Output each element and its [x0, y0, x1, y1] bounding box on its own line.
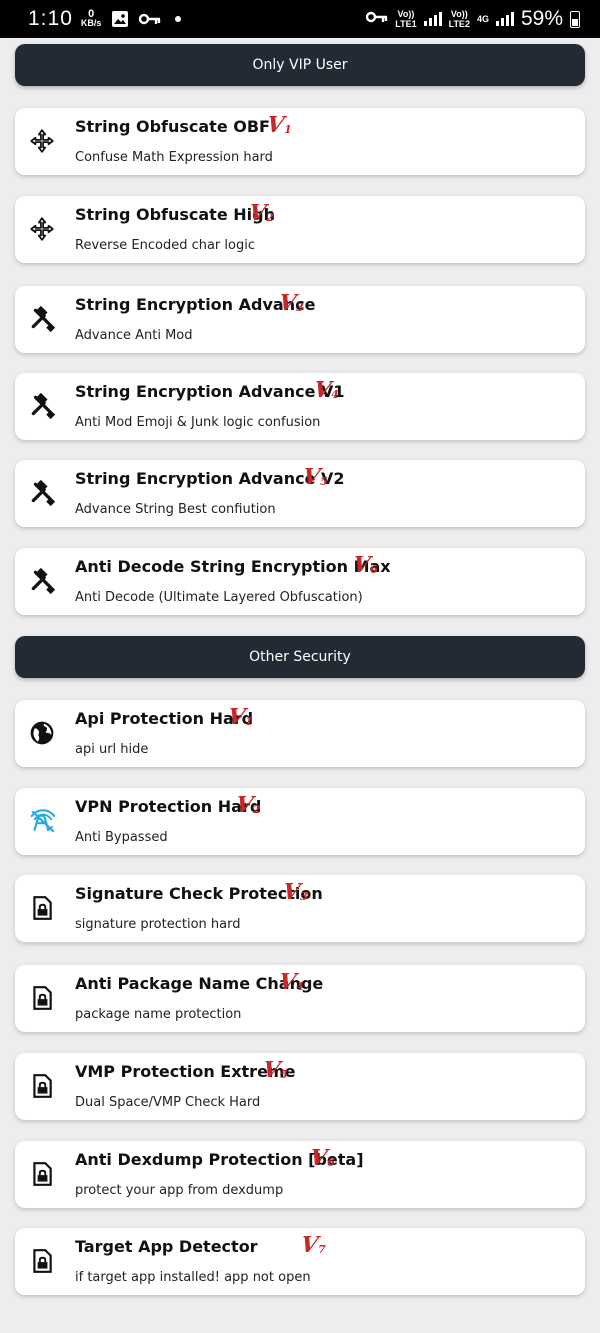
clock: 1:10: [28, 7, 73, 30]
arrows-move-icon: [29, 128, 55, 154]
file-lock-icon: [29, 1073, 55, 1099]
file-lock-icon: [29, 1248, 55, 1274]
version-badge: V6: [351, 552, 378, 578]
option-subtitle: Dual Space/VMP Check Hard: [75, 1095, 261, 1110]
vpn-off-icon: [29, 808, 56, 834]
gallery-icon: [111, 10, 129, 28]
network-speed: 0 KB/s: [80, 8, 102, 28]
sim1-label: Vo)) LTE1: [395, 9, 417, 29]
option-subtitle: package name protection: [75, 1007, 242, 1022]
version-badge: V2: [234, 792, 261, 818]
file-lock-icon: [29, 985, 55, 1011]
option-string-encryption-advance-v1[interactable]: String Encryption Advance V1 V4 Anti Mod…: [15, 373, 585, 440]
option-target-app-detector[interactable]: Target App Detector V7 if target app ins…: [15, 1228, 585, 1295]
option-string-encryption-advance-v2[interactable]: String Encryption Advance V2 V5 Advance …: [15, 460, 585, 527]
version-badge: V5: [301, 464, 328, 490]
version-badge: V1: [226, 704, 253, 730]
version-badge: V4: [312, 377, 339, 403]
version-badge: V6: [308, 1145, 335, 1171]
notification-dot-icon: [175, 16, 182, 22]
section-header-vip: Only VIP User: [15, 44, 585, 86]
option-string-obfuscate-high[interactable]: String Obfuscate High V2 Reverse Encoded…: [15, 196, 585, 263]
version-badge: V5: [261, 1057, 288, 1083]
option-title: String Encryption Advance V1: [75, 382, 345, 401]
option-title: Target App Detector: [75, 1237, 258, 1256]
option-anti-decode-string-encryption-max[interactable]: Anti Decode String Encryption Max V6 Ant…: [15, 548, 585, 615]
section-header-other: Other Security: [15, 636, 585, 678]
option-anti-package-name-change[interactable]: Anti Package Name Change V4 package name…: [15, 965, 585, 1032]
option-subtitle: signature protection hard: [75, 917, 241, 932]
option-subtitle: Anti Decode (Ultimate Layered Obfuscatio…: [75, 590, 363, 605]
option-title: VPN Protection Hard: [75, 797, 262, 816]
sim1-signal-icon: [423, 12, 442, 26]
option-vpn-protection-hard[interactable]: VPN Protection Hard V2 Anti Bypassed: [15, 788, 585, 855]
globe-icon: [29, 720, 55, 746]
option-title: Anti Decode String Encryption Max: [75, 557, 391, 576]
version-badge: V3: [277, 290, 304, 316]
option-subtitle: api url hide: [75, 742, 149, 757]
status-bar: 1:10 0 KB/s Vo)) LTE1 Vo)) LTE2 4G 59%: [0, 0, 600, 38]
sim2-signal-icon: [495, 12, 514, 26]
option-vmp-protection-extreme[interactable]: VMP Protection Extreme V5 Dual Space/VMP…: [15, 1053, 585, 1120]
tools-icon: [29, 567, 56, 595]
sim2-label: Vo)) LTE2: [448, 9, 470, 29]
option-subtitle: Reverse Encoded char logic: [75, 238, 255, 253]
option-subtitle: if target app installed! app not open: [75, 1270, 311, 1285]
file-lock-icon: [29, 1161, 55, 1187]
option-anti-dexdump-protection[interactable]: Anti Dexdump Protection [beta] V6 protec…: [15, 1141, 585, 1208]
option-subtitle: protect your app from dexdump: [75, 1183, 284, 1198]
arrows-move-icon: [29, 216, 55, 242]
option-title: String Obfuscate OBF: [75, 117, 270, 136]
version-badge: V7: [299, 1232, 326, 1258]
option-subtitle: Anti Mod Emoji & Junk logic confusion: [75, 415, 321, 430]
option-api-protection-hard[interactable]: Api Protection Hard V1 api url hide: [15, 700, 585, 767]
tools-icon: [29, 392, 56, 420]
tools-icon: [29, 479, 56, 507]
version-badge: V4: [277, 969, 304, 995]
option-title: String Obfuscate High: [75, 205, 275, 224]
battery-percent: 59%: [520, 7, 563, 30]
section-title: Other Security: [249, 649, 351, 665]
option-string-encryption-advance[interactable]: String Encryption Advance V3 Advance Ant…: [15, 286, 585, 353]
battery-icon: [570, 10, 580, 28]
option-subtitle: Confuse Math Expression hard: [75, 150, 273, 165]
vpn-key-icon: [366, 10, 388, 29]
version-badge: V3: [281, 879, 308, 905]
option-signature-check-protection[interactable]: Signature Check Protection V3 signature …: [15, 875, 585, 942]
version-badge: V1: [265, 112, 292, 138]
option-subtitle: Advance Anti Mod: [75, 328, 193, 343]
option-string-obfuscate-obf[interactable]: String Obfuscate OBF V1 Confuse Math Exp…: [15, 108, 585, 175]
option-subtitle: Advance String Best confiution: [75, 502, 276, 517]
version-badge: V2: [247, 200, 274, 226]
option-subtitle: Anti Bypassed: [75, 830, 168, 845]
file-lock-icon: [29, 895, 55, 921]
key-icon: [139, 12, 161, 26]
tools-icon: [29, 305, 56, 333]
section-title: Only VIP User: [252, 57, 348, 73]
network-type: 4G: [476, 14, 489, 24]
